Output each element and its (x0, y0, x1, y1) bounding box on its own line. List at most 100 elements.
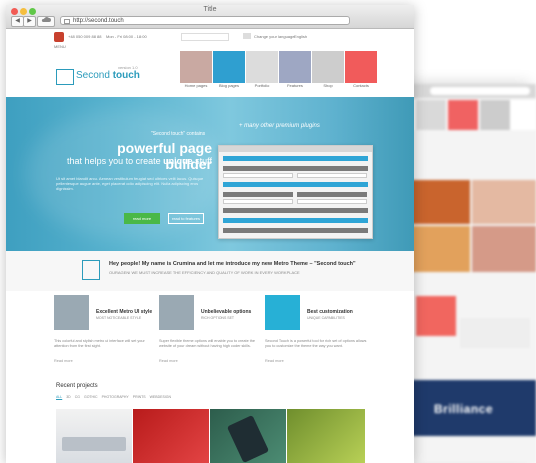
feature-title: Best customization (307, 309, 353, 315)
feature-icon (265, 295, 300, 330)
top-strip: +48 050 009 88 88 Mon - Fri 08:00 - 18:0… (6, 29, 414, 43)
filter-prints[interactable]: PRINTS (133, 395, 146, 399)
feature-read-more-link[interactable]: Read more (159, 359, 178, 363)
cloud-button[interactable] (37, 16, 55, 27)
bg-address-bar (430, 87, 530, 95)
brand-version: version 1.0 (118, 65, 138, 70)
bg-project-image (472, 180, 536, 224)
menu-label[interactable]: MENU (54, 44, 66, 49)
feature-subtitle: RICH OPTIONS SET (201, 316, 235, 320)
hero-subtitle-em: unique (163, 156, 193, 166)
browser-window: Title ◀ ▶ http://second.touch +48 050 00… (6, 5, 414, 463)
filter-cg[interactable]: CG (75, 395, 80, 399)
laptop-shape (62, 437, 126, 451)
brand-metro-icon[interactable] (56, 69, 74, 85)
feature-icon (54, 295, 89, 330)
bg-text-block (460, 318, 530, 348)
nav-tile-blog-pages[interactable] (213, 51, 245, 83)
hero-slider: "Second touch" contains + many other pre… (6, 97, 414, 251)
feature-subtitle: UNIQUE CAPABILITIES (307, 316, 345, 320)
bg-feature-tile (416, 296, 456, 336)
forward-arrow-icon: ▶ (27, 18, 32, 24)
feature-icon (159, 295, 194, 330)
language-label: Change your language (254, 34, 295, 39)
mock-row (223, 228, 368, 233)
nav-tile-portfolio[interactable] (246, 51, 278, 83)
cloud-icon (41, 17, 51, 22)
language-flag-icon[interactable] (243, 33, 251, 39)
bg-nav-tile (448, 100, 478, 130)
nav-tile-features[interactable] (279, 51, 311, 83)
project-thumb-phone[interactable] (210, 409, 286, 463)
read-to-features-button[interactable]: read to features (168, 213, 204, 224)
titlebar: Title ◀ ▶ http://second.touch (6, 5, 414, 29)
brand-name-part1: Second (76, 70, 110, 81)
bg-nav (410, 100, 536, 130)
nav-tile-contacts[interactable] (345, 51, 377, 83)
mock-cell (297, 199, 367, 204)
mock-cell (223, 173, 293, 178)
mock-row (223, 208, 368, 213)
slider-dots (196, 243, 216, 251)
brand-logo-icon[interactable] (54, 32, 64, 42)
mock-cell (223, 199, 293, 204)
bg-project-image (410, 180, 470, 224)
mock-titlebar (219, 146, 372, 152)
filter-gothic[interactable]: GOTHIC (84, 395, 98, 399)
nav-label[interactable]: Features (279, 83, 311, 88)
feature-body: This colorful and stylish metro ui inter… (54, 339, 145, 348)
nav-label[interactable]: Blog pages (213, 83, 245, 88)
filter-photography[interactable]: PHOTOGRAPHY (102, 395, 129, 399)
hero-subtitle: that helps you to create unique stuff (26, 156, 212, 166)
bg-nav-tile (416, 100, 446, 130)
read-more-button[interactable]: read more (124, 213, 160, 224)
feature-title: Excellent Metro UI style (96, 309, 153, 315)
url-text: http://second.touch (73, 18, 124, 24)
page-icon (64, 19, 70, 24)
nav-label[interactable]: Shop (312, 83, 344, 88)
phone-shape (226, 414, 270, 463)
intro-subtitle: OURAGENI WE MUST INCREASE THE EFFICIENCY… (109, 270, 300, 275)
nav-tile-shop[interactable] (312, 51, 344, 83)
mock-row (223, 156, 368, 161)
mock-row (223, 182, 368, 187)
project-filters: ALL 3D CG GOTHIC PHOTOGRAPHY PRINTS WEBDESIGN (56, 395, 175, 399)
project-thumb-laptop[interactable] (56, 409, 132, 463)
search-input[interactable] (181, 33, 229, 41)
hero-subtitle-post: stuff (195, 156, 212, 166)
nav-label[interactable]: Home pages (180, 83, 212, 88)
project-thumb-car[interactable] (133, 409, 209, 463)
mock-row (223, 192, 293, 197)
bg-promo-text: Brilliance (434, 402, 494, 416)
nav-label[interactable]: Contacts (345, 83, 377, 88)
back-arrow-icon: ◀ (15, 18, 20, 24)
hero-body: Ut sit amet blandit arcu. Aenean vestibu… (56, 176, 204, 191)
brand-name-part2: touch (112, 70, 140, 81)
feature-subtitle: MOST NOTICEABLE STYLE (96, 316, 142, 320)
forward-button[interactable]: ▶ (23, 16, 36, 27)
feature-read-more-link[interactable]: Read more (54, 359, 73, 363)
mock-row (223, 166, 368, 171)
intro-title: Hey people! My name is Crumina and let m… (109, 261, 356, 267)
hero-subtitle-pre: that helps you to create (67, 156, 161, 166)
hero-script-text: + many other premium plugins (239, 123, 320, 129)
feature-title: Unbelievable options (201, 309, 252, 315)
page-builder-screenshot (218, 145, 373, 239)
hero-kicker: "Second touch" contains (151, 131, 206, 137)
project-thumb-nature[interactable] (287, 409, 365, 463)
background-browser-window: Brilliance (410, 84, 536, 463)
language-select[interactable]: English (294, 34, 307, 39)
nav-tile-home-pages[interactable] (180, 51, 212, 83)
mock-row (297, 192, 367, 197)
contact-phone: +48 050 009 88 88 (68, 34, 102, 39)
feature-read-more-link[interactable]: Read more (265, 359, 284, 363)
nav-label[interactable]: Portfolio (246, 83, 278, 88)
mock-row (223, 218, 368, 223)
page-content: +48 050 009 88 88 Mon - Fri 08:00 - 18:0… (6, 29, 414, 463)
feature-body: Second Touch is a powerful tool for rich… (265, 339, 367, 348)
url-bar[interactable]: http://second.touch (60, 16, 350, 25)
filter-all[interactable]: ALL (56, 395, 62, 399)
brand-name[interactable]: Second touch (76, 70, 140, 81)
filter-webdesign[interactable]: WEBDESIGN (150, 395, 171, 399)
filter-3d[interactable]: 3D (66, 395, 70, 399)
